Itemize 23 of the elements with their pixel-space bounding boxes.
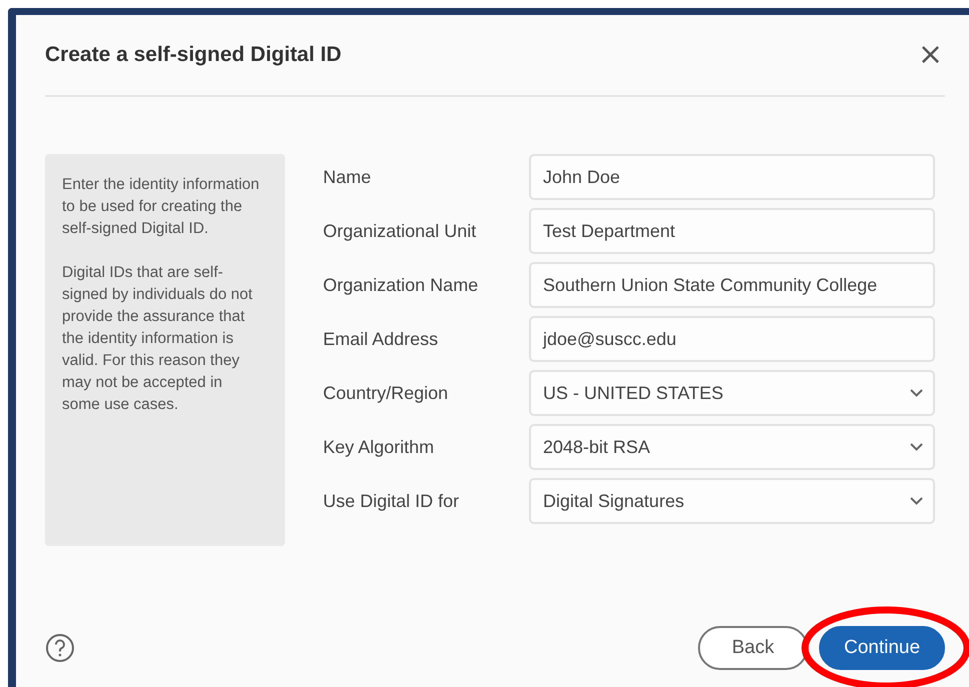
text-field[interactable]: Southern Union State Community College: [529, 262, 935, 308]
dialog-title: Create a self-signed Digital ID: [45, 43, 342, 67]
chevron-down-icon: [910, 497, 923, 505]
dropdown[interactable]: Digital Signatures: [529, 478, 935, 524]
field-label: Country/Region: [323, 382, 450, 404]
help-icon[interactable]: [45, 633, 75, 663]
info-text: Digital IDs that are self-signed by individuals do not provide the assurance that the identity information is valid. For this reason they may not be accepted in some use cases.: [62, 263, 254, 415]
field-label: Email Address: [323, 328, 440, 350]
field-label: Key Algorithm: [323, 436, 436, 458]
chevron-down-icon: [910, 443, 923, 451]
dropdown[interactable]: 2048-bit RSA: [529, 424, 935, 470]
field-label: Organizational Unit: [323, 220, 478, 242]
close-button[interactable]: ×: [916, 40, 945, 70]
field-label: Organization Name: [323, 274, 480, 296]
continue-button[interactable]: Continue: [819, 626, 945, 670]
info-text: Enter the identity information to be used for creating the self-signed Digital ID.: [62, 175, 260, 239]
text-field[interactable]: jdoe@suscc.edu: [529, 316, 935, 362]
text-field[interactable]: Test Department: [529, 208, 935, 254]
chevron-down-icon: [910, 389, 923, 397]
text-field[interactable]: John Doe: [529, 154, 935, 200]
field-label: Name: [323, 166, 372, 188]
field-label: Use Digital ID for: [323, 490, 460, 512]
dropdown[interactable]: US - UNITED STATES: [529, 370, 935, 416]
